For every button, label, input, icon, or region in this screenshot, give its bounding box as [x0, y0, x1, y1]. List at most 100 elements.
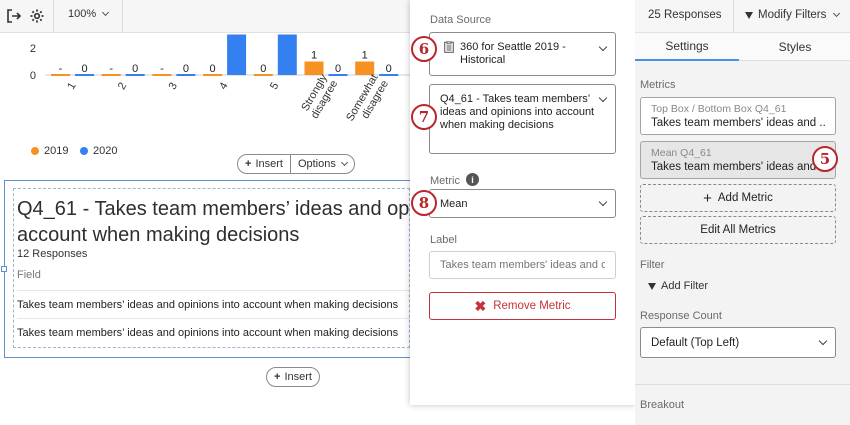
metric-label: Metric: [430, 175, 460, 187]
question-dropdown[interactable]: Q4_61 - Takes team members’ ideas and op…: [429, 84, 616, 154]
y-tick-label: 0: [30, 70, 36, 82]
data-source-label: Data Source: [430, 14, 492, 26]
data-label: 0: [81, 63, 87, 75]
add-filter-button[interactable]: Add Filter: [648, 280, 708, 292]
options-label: Options: [297, 158, 336, 170]
gear-icon[interactable]: [27, 6, 47, 26]
x-tick-label: 4: [217, 81, 230, 92]
filter-section-label: Filter: [640, 259, 665, 271]
insert-label: Insert: [255, 158, 283, 170]
insert-options-pill: + Insert Options: [237, 154, 355, 174]
document-icon: [444, 41, 454, 56]
table-row: Takes team members’ ideas and opinions i…: [17, 290, 410, 318]
widget-response-count: 12 Responses: [17, 248, 88, 260]
chevron-down-icon: [102, 8, 110, 17]
x-tick-label: 5: [268, 81, 281, 92]
x-tick-label-line: 4: [217, 81, 230, 92]
metric-card-mean[interactable]: Mean Q4_61 Takes team members' ideas and…: [640, 141, 836, 179]
top-toolbar: [0, 0, 410, 33]
table-row: Takes team members’ ideas and opinions i…: [17, 318, 410, 346]
legend-item-2019: 2019: [31, 145, 68, 157]
x-tick-label: 3: [167, 81, 180, 92]
legend-swatch: [31, 147, 39, 155]
zoom-dropdown[interactable]: 100%: [68, 8, 110, 20]
modify-filters-button[interactable]: Modify Filters: [745, 9, 841, 21]
step-badge-7: 7: [411, 104, 437, 130]
x-tick-label-line: 2: [116, 81, 129, 92]
legend-item-2020: 2020: [80, 145, 117, 157]
resize-handle[interactable]: [1, 266, 7, 272]
toolbar-divider: [122, 0, 123, 33]
data-source-dropdown[interactable]: 360 for Seattle 2019 - Historical: [429, 32, 616, 76]
insert-button[interactable]: + Insert: [267, 368, 319, 386]
response-count-text: 25 Responses: [648, 9, 722, 21]
remove-metric-label: Remove Metric: [493, 300, 571, 312]
metrics-section-label: Metrics: [640, 79, 676, 91]
options-button[interactable]: Options: [289, 155, 354, 173]
x-tick-label-line: 1: [65, 81, 78, 92]
data-label: -: [59, 63, 63, 75]
legend-label: 2020: [93, 145, 118, 157]
zoom-value: 100%: [68, 8, 97, 20]
exit-icon[interactable]: [4, 6, 24, 26]
metric-card-top-box[interactable]: Top Box / Bottom Box Q4_61 Takes team me…: [640, 97, 836, 135]
x-tick-label-line: 3: [167, 81, 180, 92]
x-tick-label: Somewhatdisagree: [344, 72, 391, 129]
info-icon[interactable]: i: [466, 173, 479, 186]
modify-filters-label: Modify Filters: [758, 9, 827, 21]
label-input[interactable]: [429, 251, 616, 279]
data-label: 1: [362, 50, 368, 62]
response-count-dropdown[interactable]: Default (Top Left): [640, 327, 836, 358]
close-icon: ✖: [474, 298, 487, 314]
bar-2020: [227, 34, 247, 75]
widget-title-line: account when making decisions: [17, 224, 300, 246]
right-sidebar: [635, 0, 850, 425]
plus-icon: +: [274, 371, 281, 383]
panel-pointer: [631, 156, 636, 166]
breakout-section-label: Breakout: [640, 399, 685, 411]
data-label: 0: [183, 63, 189, 75]
data-label: -: [160, 63, 164, 75]
section-divider: [635, 384, 850, 385]
chevron-down-icon: [833, 9, 841, 18]
question-value: Q4_61 - Takes team members’ ideas and op…: [440, 93, 595, 131]
metric-card-value: Takes team members' ideas and ...: [651, 117, 825, 129]
metric-dropdown[interactable]: Mean: [429, 189, 616, 218]
add-filter-label: Add Filter: [661, 280, 709, 292]
tab-styles[interactable]: Styles: [740, 33, 850, 61]
response-count-value: Default (Top Left): [651, 337, 740, 349]
data-label: 0: [210, 63, 216, 75]
insert-label: Insert: [284, 371, 312, 383]
chevron-down-icon: [818, 336, 828, 346]
insert-button[interactable]: + Insert: [238, 155, 290, 173]
data-label: 0: [335, 63, 341, 75]
edit-all-metrics-button[interactable]: Edit All Metrics: [640, 216, 836, 244]
remove-metric-button[interactable]: ✖ Remove Metric: [429, 292, 616, 320]
bar-chart: 20- 01- 02- 03040510Stronglydisagree10Somew…: [30, 34, 410, 129]
widget-title-line: Q4_61 - Takes team members’ ideas and op: [17, 198, 410, 220]
data-label: 0: [386, 63, 392, 75]
plus-icon: +: [703, 189, 712, 207]
tab-settings[interactable]: Settings: [635, 33, 739, 61]
field-column-header: Field: [17, 269, 41, 281]
chevron-down-icon: [598, 42, 608, 52]
chevron-down-icon: [340, 158, 348, 167]
x-tick-label: 2: [116, 81, 129, 92]
data-label: 0: [132, 63, 138, 75]
filter-icon: [745, 11, 753, 19]
toolbar-divider: [53, 0, 54, 33]
widget-title: Q4_61 - Takes team members’ ideas and op…: [17, 196, 412, 248]
metric-card-key: Mean Q4_61: [651, 147, 712, 159]
add-metric-button[interactable]: + Add Metric: [640, 184, 836, 212]
x-tick-label: Stronglydisagree: [298, 72, 340, 121]
data-source-value: 360 for Seattle 2019 - Historical: [460, 41, 566, 66]
data-label: 1: [311, 50, 317, 62]
data-label: -: [109, 63, 113, 75]
bar-2020: [277, 34, 297, 75]
x-tick-label-line: 5: [268, 81, 281, 92]
bottom-insert-pill: + Insert: [266, 367, 320, 387]
toolbar-divider: [733, 0, 734, 33]
data-label: 0: [260, 63, 266, 75]
plus-icon: +: [245, 158, 252, 170]
step-badge-5: 5: [812, 146, 838, 172]
